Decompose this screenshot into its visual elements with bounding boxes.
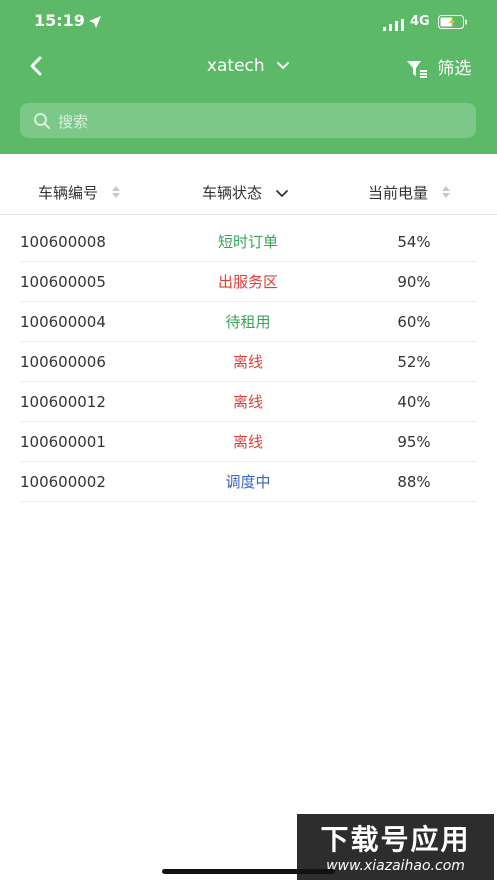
col-vehicle-status-label: 车辆状态 [202, 184, 263, 202]
col-vehicle-id-label: 车辆编号 [38, 184, 99, 202]
table-row[interactable]: 100600004 待租用 60% [20, 302, 477, 342]
vehicle-list: 100600008 短时订单 54% 100600005 出服务区 90% 10… [20, 222, 477, 502]
nav-bar: xatech 筛选 [0, 44, 497, 90]
vehicle-id: 100600002 [20, 473, 106, 491]
battery-charging-icon [438, 14, 468, 33]
chevron-down-icon [276, 56, 290, 76]
col-vehicle-id[interactable]: 车辆编号 [38, 182, 121, 203]
home-indicator[interactable] [162, 869, 335, 874]
col-battery-label: 当前电量 [368, 184, 429, 202]
vehicle-battery: 54% [397, 233, 431, 251]
vehicle-id: 100600004 [20, 313, 106, 331]
watermark-title: 下载号应用 [320, 823, 471, 856]
table-row[interactable]: 100600008 短时订单 54% [20, 222, 477, 262]
filter-icon [407, 61, 427, 78]
table-row[interactable]: 100600012 离线 40% [20, 382, 477, 422]
search-input[interactable]: 搜索 [20, 103, 476, 138]
vehicle-battery: 52% [397, 353, 431, 371]
sort-icon [441, 185, 451, 203]
vehicle-status: 待租用 [225, 313, 271, 331]
vehicle-status: 离线 [232, 353, 263, 371]
signal-icon [383, 16, 405, 35]
status-time: 15:19 [34, 11, 85, 30]
table-row[interactable]: 100600002 调度中 88% [20, 462, 477, 502]
table-row[interactable]: 100600006 离线 52% [20, 342, 477, 382]
table-header: 车辆编号 车辆状态 当前电量 [0, 170, 497, 215]
vehicle-status: 短时订单 [217, 233, 278, 251]
page-title: xatech [206, 56, 265, 76]
status-bar: 15:19 4G [0, 0, 497, 44]
vehicle-id: 100600001 [20, 433, 106, 451]
vehicle-status: 离线 [232, 393, 263, 411]
vehicle-id: 100600012 [20, 393, 106, 411]
search-icon [34, 113, 50, 129]
vehicle-status: 调度中 [225, 473, 271, 491]
vehicle-battery: 60% [397, 313, 431, 331]
table-row[interactable]: 100600001 离线 95% [20, 422, 477, 462]
network-label: 4G [410, 14, 430, 29]
location-arrow-icon [88, 14, 102, 33]
filter-button[interactable]: 筛选 [406, 54, 471, 79]
chevron-down-icon [275, 185, 289, 203]
col-vehicle-status[interactable]: 车辆状态 [202, 182, 289, 203]
vehicle-battery: 40% [397, 393, 431, 411]
table-row[interactable]: 100600005 出服务区 90% [20, 262, 477, 302]
vehicle-battery: 95% [397, 433, 431, 451]
sort-icon [111, 185, 121, 203]
vehicle-status: 出服务区 [217, 273, 278, 291]
search-placeholder: 搜索 [58, 113, 89, 131]
col-battery[interactable]: 当前电量 [368, 182, 451, 203]
vehicle-battery: 90% [397, 273, 431, 291]
vehicle-battery: 88% [397, 473, 431, 491]
vehicle-id: 100600008 [20, 233, 106, 251]
filter-label: 筛选 [437, 59, 472, 79]
vehicle-id: 100600005 [20, 273, 106, 291]
app-header: 15:19 4G xatech 筛选 搜索 [0, 0, 497, 154]
vehicle-id: 100600006 [20, 353, 106, 371]
vehicle-status: 离线 [232, 433, 263, 451]
